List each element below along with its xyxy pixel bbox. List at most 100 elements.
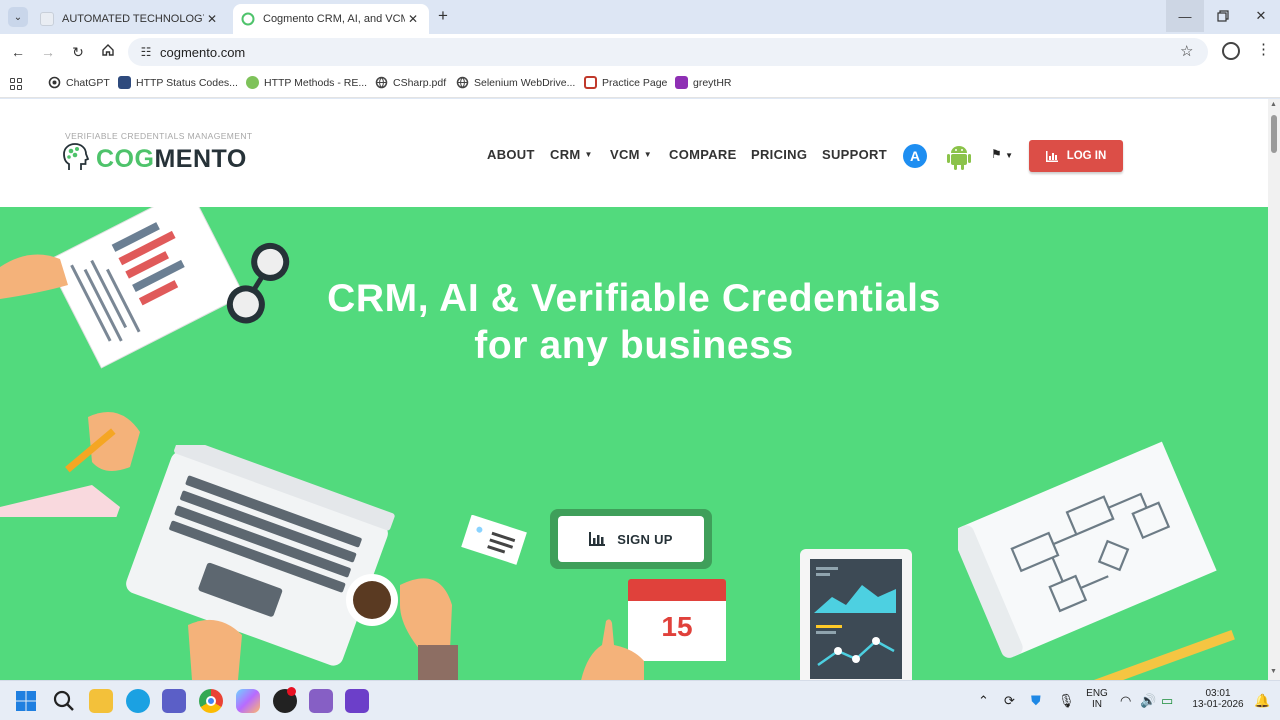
brain-head-icon	[63, 143, 90, 170]
forward-arrow-icon[interactable]: →	[38, 42, 58, 62]
defender-shield-icon[interactable]: ⛊	[1031, 693, 1041, 709]
android-icon[interactable]	[946, 142, 972, 170]
nav-about[interactable]: ABOUT	[487, 147, 535, 162]
sync-icon[interactable]: ⟳	[1004, 693, 1015, 709]
http-status-icon	[118, 76, 131, 89]
notifications-bell-icon[interactable]: 🔔	[1254, 693, 1270, 709]
pointing-hand-illustration	[581, 619, 644, 680]
brand-name: COGMENTO	[96, 145, 247, 174]
copilot-icon[interactable]	[236, 689, 260, 713]
windows-start-icon[interactable]	[14, 689, 38, 713]
close-window-button[interactable]: ✕	[1242, 0, 1280, 32]
cogmento-logo[interactable]: VERIFIABLE CREDENTIALS MANAGEMENT COGMEN…	[60, 131, 260, 183]
profile-icon[interactable]	[1222, 42, 1240, 60]
bookmark-label: Practice Page	[602, 76, 668, 89]
signup-button[interactable]: SIGN UP	[558, 516, 704, 562]
reload-icon[interactable]: ↻	[68, 42, 88, 62]
show-hidden-icons-chevron-icon[interactable]: ⌃	[978, 693, 989, 709]
language-code: ENG	[1086, 688, 1108, 699]
nav-support[interactable]: SUPPORT	[822, 147, 887, 162]
bookmark-label: HTTP Status Codes...	[136, 76, 238, 89]
new-tab-button[interactable]: +	[434, 7, 452, 25]
hero-title-line1: CRM, AI & Verifiable Credentials	[327, 277, 941, 320]
chevron-down-icon: ▼	[1005, 151, 1014, 160]
minimize-button[interactable]: —	[1166, 0, 1204, 32]
tab-cogmento[interactable]: Cogmento CRM, AI, and VCM: C ✕	[233, 4, 429, 34]
restore-button[interactable]	[1204, 0, 1242, 32]
tablet-illustration	[800, 549, 912, 680]
laptop-illustration	[126, 445, 458, 680]
bookmark-http-status[interactable]: HTTP Status Codes...	[118, 76, 238, 89]
language-flag-dropdown[interactable]: ⚑ ▼	[991, 147, 1013, 161]
edge-browser-icon[interactable]	[126, 689, 150, 713]
tab-title: AUTOMATED TECHNOLOGY SOLU	[62, 13, 204, 25]
nav-crm-label: CRM	[550, 147, 581, 162]
clock-date: 13-01-2026	[1192, 699, 1244, 710]
bookmark-label: greytHR	[693, 76, 732, 89]
visual-studio-icon[interactable]	[309, 689, 333, 713]
site-settings-icon[interactable]: ☷	[132, 45, 160, 59]
search-icon[interactable]	[52, 689, 76, 713]
close-icon[interactable]: ✕	[204, 12, 220, 26]
bar-chart-icon	[589, 532, 606, 546]
chevron-down-icon: ▼	[584, 150, 593, 159]
chevron-down-icon: ▼	[643, 150, 653, 159]
nav-compare[interactable]: COMPARE	[669, 147, 737, 162]
back-arrow-icon[interactable]: ←	[8, 42, 28, 62]
tab-favicon	[40, 12, 54, 26]
nav-about-label: ABOUT	[487, 147, 535, 162]
address-bar[interactable]: ☷ cogmento.com	[128, 38, 1208, 66]
scroll-down-arrow-icon[interactable]: ▼	[1270, 668, 1277, 675]
bookmark-chatgpt[interactable]: ChatGPT	[48, 76, 110, 89]
more-menu-icon[interactable]: ⋮	[1256, 41, 1271, 59]
login-label: LOG IN	[1066, 150, 1107, 162]
apps-grid-icon[interactable]	[10, 78, 22, 90]
practice-icon	[584, 76, 597, 89]
blueprint-illustration	[958, 441, 1235, 680]
app-store-icon[interactable]: A	[903, 144, 927, 168]
login-button[interactable]: LOG IN	[1029, 140, 1123, 172]
battery-icon[interactable]: ▭	[1161, 693, 1173, 709]
bookmark-http-methods[interactable]: HTTP Methods - RE...	[246, 76, 367, 89]
chatgpt-icon	[48, 76, 61, 89]
bookmark-practice-page[interactable]: Practice Page	[584, 76, 667, 89]
close-icon[interactable]: ✕	[405, 12, 421, 26]
region-code: IN	[1092, 699, 1102, 710]
url-text: cogmento.com	[160, 44, 246, 60]
bookmark-label: Selenium WebDrive...	[474, 76, 576, 89]
chrome-icon[interactable]	[199, 689, 223, 713]
clock[interactable]: 03:01 13-01-2026	[1188, 688, 1248, 710]
language-indicator[interactable]: ENG IN	[1084, 688, 1110, 710]
cogmento-favicon	[241, 12, 255, 26]
scroll-up-arrow-icon[interactable]: ▲	[1270, 101, 1277, 108]
visual-studio-2-icon[interactable]	[345, 689, 369, 713]
flag-icon: ⚑	[991, 147, 1002, 161]
file-explorer-icon[interactable]	[89, 689, 113, 713]
nav-pricing[interactable]: PRICING	[751, 147, 807, 162]
bookmark-label: CSharp.pdf	[393, 76, 447, 89]
bookmark-star-icon[interactable]: ☆	[1180, 42, 1193, 60]
microphone-icon[interactable]: 🎙	[1058, 693, 1075, 709]
home-icon[interactable]	[98, 42, 118, 62]
logo-tagline: VERIFIABLE CREDENTIALS MANAGEMENT	[65, 131, 253, 141]
nav-vcm[interactable]: VCM ▼	[610, 147, 652, 162]
windows-taskbar: ⌃ ⟳ ⛊ 🎙 ENG IN ◠ 🔊 ▭ 03:01 13-01-2026 🔔	[0, 680, 1280, 720]
nav-compare-label: COMPARE	[669, 147, 737, 162]
notification-badge	[287, 687, 296, 696]
nav-vcm-label: VCM	[610, 147, 640, 162]
tab-automated-technology[interactable]: AUTOMATED TECHNOLOGY SOLU ✕	[32, 4, 228, 34]
wifi-icon[interactable]: ◠	[1120, 693, 1131, 709]
volume-icon[interactable]: 🔊	[1140, 693, 1156, 709]
nav-crm[interactable]: CRM ▼	[550, 147, 593, 162]
scrollbar-thumb[interactable]	[1271, 115, 1277, 153]
bookmark-csharp[interactable]: CSharp.pdf	[375, 76, 446, 89]
github-desktop-icon[interactable]	[273, 687, 297, 713]
globe-icon	[375, 76, 388, 89]
tab-search-button[interactable]: ⌄	[8, 7, 28, 27]
bookmark-selenium[interactable]: Selenium WebDrive...	[456, 76, 575, 89]
bookmark-greythr[interactable]: greytHR	[675, 76, 732, 89]
nav-support-label: SUPPORT	[822, 147, 887, 162]
hero-section: CRM, AI & Verifiable Credentials for any…	[0, 207, 1268, 680]
teams-icon[interactable]	[162, 689, 186, 713]
page-scrollbar[interactable]: ▲ ▼	[1268, 99, 1280, 680]
